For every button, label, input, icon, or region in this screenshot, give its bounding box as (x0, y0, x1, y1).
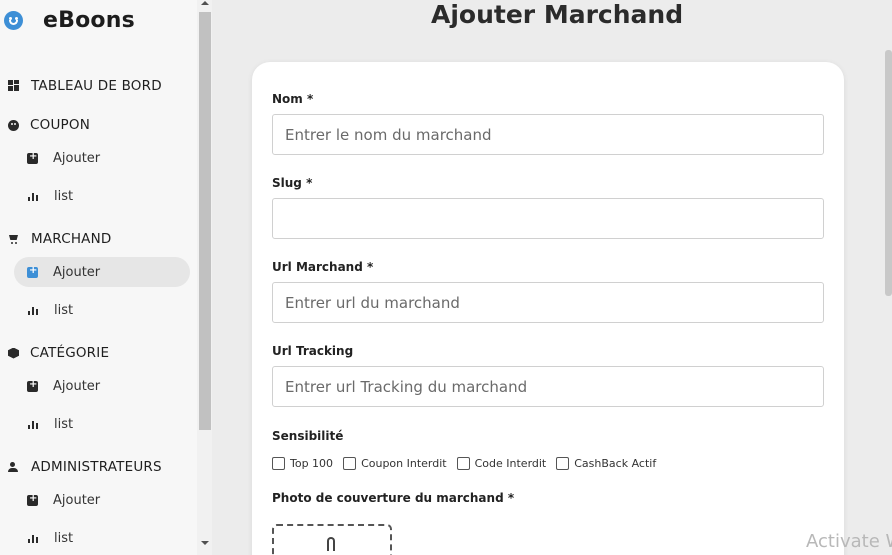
sidebar-item-coupon[interactable]: COUPON (8, 115, 90, 135)
sidebar-item-tableau-de-bord[interactable]: TABLEAU DE BORD (8, 76, 162, 96)
sensibilite-options: Top 100 Coupon Interdit Code Interdit Ca… (272, 457, 666, 470)
activation-watermark: Activate W (806, 531, 892, 552)
checkbox-code-interdit[interactable]: Code Interdit (456, 457, 547, 470)
checkbox-box[interactable] (343, 457, 357, 470)
brand[interactable]: eBoons (4, 8, 135, 33)
nom-label: Nom * (272, 92, 314, 106)
add-box-icon (27, 379, 38, 392)
nom-input[interactable] (272, 114, 824, 155)
sensibilite-label: Sensibilité (272, 429, 344, 443)
paperclip-icon (327, 537, 335, 551)
checkbox-label: Top 100 (290, 457, 334, 470)
sidebar-item-label: ADMINISTRATEURS (31, 459, 162, 475)
sidebar-item-label: list (54, 530, 74, 546)
add-box-icon (27, 265, 38, 278)
sidebar-item-label: Ajouter (53, 378, 101, 394)
sidebar-item-marchand-list[interactable]: list (14, 295, 194, 325)
box-icon (8, 347, 19, 359)
checkbox-coupon-interdit[interactable]: Coupon Interdit (343, 457, 447, 470)
sidebar-item-categorie-ajouter[interactable]: Ajouter (14, 371, 194, 401)
smiley-icon (4, 11, 23, 30)
url-tracking-label: Url Tracking (272, 344, 354, 358)
dashboard-icon (8, 80, 20, 92)
sidebar-item-label: Ajouter (53, 492, 101, 508)
sidebar-scrollbar-thumb[interactable] (199, 12, 211, 430)
sidebar: eBoons TABLEAU DE BORD COUPON Ajouter li… (0, 0, 197, 555)
slug-input[interactable] (272, 198, 824, 239)
url-marchand-label: Url Marchand * (272, 260, 374, 274)
add-box-icon (27, 493, 38, 506)
sidebar-item-label: MARCHAND (31, 231, 112, 247)
sidebar-item-label: COUPON (30, 117, 90, 133)
coupon-icon (8, 119, 19, 131)
sidebar-item-label: Ajouter (53, 264, 101, 280)
checkbox-label: Code Interdit (474, 457, 547, 470)
checkbox-label: CashBack Actif (574, 457, 657, 470)
sidebar-item-marchand-ajouter[interactable]: Ajouter (14, 257, 190, 287)
sidebar-item-coupon-list[interactable]: list (14, 181, 194, 211)
bar-chart-icon (27, 190, 39, 202)
slug-label: Slug * (272, 176, 313, 190)
checkbox-box[interactable] (456, 457, 470, 470)
checkbox-top-100[interactable]: Top 100 (272, 457, 333, 470)
bar-chart-icon (27, 418, 39, 430)
users-icon (8, 461, 20, 473)
sidebar-item-label: list (54, 416, 74, 432)
bar-chart-icon (27, 532, 39, 544)
cart-icon (8, 233, 20, 245)
sidebar-item-label: list (54, 188, 74, 204)
sidebar-item-label: Ajouter (53, 150, 101, 166)
sidebar-item-label: CATÉGORIE (30, 345, 110, 361)
sidebar-item-label: TABLEAU DE BORD (31, 78, 162, 94)
sidebar-item-administrateurs-list[interactable]: list (14, 523, 194, 553)
brand-name: eBoons (43, 8, 135, 33)
sidebar-item-marchand[interactable]: MARCHAND (8, 229, 112, 249)
scroll-up-arrow-icon[interactable] (201, 1, 209, 5)
url-marchand-input[interactable] (272, 282, 824, 323)
sidebar-item-label: list (54, 302, 74, 318)
checkbox-box[interactable] (272, 457, 285, 470)
bar-chart-icon (27, 304, 39, 316)
sidebar-item-administrateurs[interactable]: ADMINISTRATEURS (8, 457, 162, 477)
checkbox-label: Coupon Interdit (361, 457, 447, 470)
page-title: Ajouter Marchand (431, 0, 684, 29)
sidebar-item-categorie[interactable]: CATÉGORIE (8, 343, 109, 363)
main-scrollbar-thumb[interactable] (885, 50, 892, 296)
sidebar-item-coupon-ajouter[interactable]: Ajouter (14, 143, 194, 173)
checkbox-cashback-actif[interactable]: CashBack Actif (556, 457, 656, 470)
photo-label: Photo de couverture du marchand * (272, 491, 515, 505)
url-tracking-input[interactable] (272, 366, 824, 407)
sidebar-item-administrateurs-ajouter[interactable]: Ajouter (14, 485, 194, 515)
sidebar-item-categorie-list[interactable]: list (14, 409, 194, 439)
checkbox-box[interactable] (556, 457, 570, 470)
scroll-down-arrow-icon[interactable] (201, 541, 209, 545)
add-box-icon (27, 151, 38, 164)
